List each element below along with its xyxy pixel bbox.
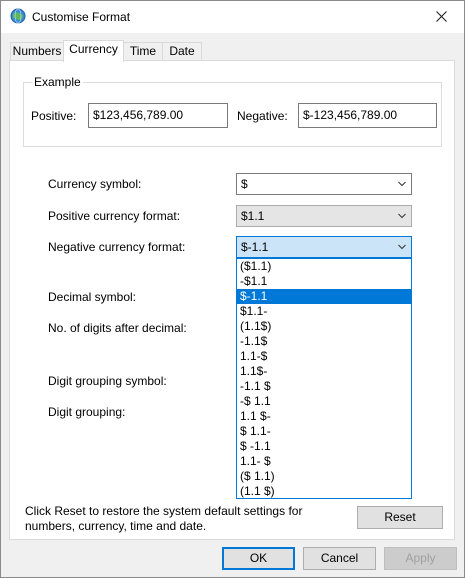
dropdown-option[interactable]: 1.1$- (237, 364, 411, 379)
digit-grouping-symbol-label: Digit grouping symbol: (48, 374, 167, 388)
positive-format-label: Positive currency format: (48, 209, 181, 223)
negative-example-field: $-123,456,789.00 (298, 103, 437, 128)
dropdown-option[interactable]: 1.1- $ (237, 454, 411, 469)
dropdown-option[interactable]: ($ 1.1) (237, 469, 411, 484)
cancel-button[interactable]: Cancel (303, 547, 376, 570)
negative-format-value: $-1.1 (241, 240, 269, 254)
decimal-symbol-label: Decimal symbol: (48, 290, 137, 304)
positive-format-combo[interactable]: $1.1 (236, 205, 412, 227)
dropdown-option-selected[interactable]: $-1.1 (237, 289, 411, 304)
close-icon (435, 11, 447, 22)
tab-numbers[interactable]: Numbers (10, 42, 64, 61)
reset-note: Click Reset to restore the system defaul… (25, 504, 303, 533)
dropdown-option[interactable]: ($1.1) (237, 259, 411, 274)
title-bar: Customise Format (1, 1, 464, 33)
dropdown-option[interactable]: -1.1 $ (237, 379, 411, 394)
chevron-down-icon (398, 181, 406, 187)
tab-label: Numbers (12, 44, 62, 58)
negative-example-label: Negative: (237, 109, 288, 123)
dropdown-option[interactable]: -$1.1 (237, 274, 411, 289)
chevron-down-icon (398, 244, 406, 250)
tab-label: Time (129, 44, 157, 58)
ok-button[interactable]: OK (222, 547, 295, 570)
example-group-title: Example (32, 75, 83, 89)
digits-after-decimal-label: No. of digits after decimal: (48, 321, 187, 335)
tab-time[interactable]: Time (123, 42, 163, 61)
reset-button[interactable]: Reset (357, 506, 443, 529)
negative-format-label: Negative currency format: (48, 240, 186, 254)
chevron-down-icon (398, 213, 406, 219)
tab-date[interactable]: Date (162, 42, 202, 61)
dropdown-option[interactable]: 1.1-$ (237, 349, 411, 364)
positive-example-field: $123,456,789.00 (88, 103, 228, 128)
apply-button[interactable]: Apply (384, 547, 457, 570)
dropdown-option[interactable]: $ 1.1- (237, 424, 411, 439)
dropdown-option[interactable]: (1.1$) (237, 319, 411, 334)
positive-format-value: $1.1 (241, 209, 265, 223)
window-title: Customise Format (32, 10, 131, 24)
dropdown-option[interactable]: (1.1 $) (237, 484, 411, 499)
currency-symbol-combo[interactable]: $ (236, 173, 412, 195)
dropdown-option[interactable]: 1.1 $- (237, 409, 411, 424)
close-button[interactable] (418, 1, 464, 32)
tab-label: Date (169, 44, 195, 58)
tab-label: Currency (69, 42, 118, 56)
currency-symbol-label: Currency symbol: (48, 177, 142, 191)
dropdown-option[interactable]: -$ 1.1 (237, 394, 411, 409)
example-groupbox: Example Positive: $123,456,789.00 Negati… (23, 75, 442, 147)
customise-format-dialog: Customise Format Numbers Currency Time D… (0, 0, 465, 578)
digit-grouping-label: Digit grouping: (48, 405, 126, 419)
dropdown-option[interactable]: $1.1- (237, 304, 411, 319)
currency-symbol-value: $ (241, 177, 248, 191)
dropdown-option[interactable]: $ -1.1 (237, 439, 411, 454)
negative-format-dropdown-list: ($1.1) -$1.1 $-1.1 $1.1- (1.1$) -1.1$ 1.… (236, 258, 412, 499)
dropdown-option[interactable]: -1.1$ (237, 334, 411, 349)
globe-icon (10, 8, 26, 24)
tab-currency[interactable]: Currency (63, 40, 124, 62)
negative-format-combo[interactable]: $-1.1 (236, 236, 412, 258)
positive-example-label: Positive: (31, 109, 77, 123)
